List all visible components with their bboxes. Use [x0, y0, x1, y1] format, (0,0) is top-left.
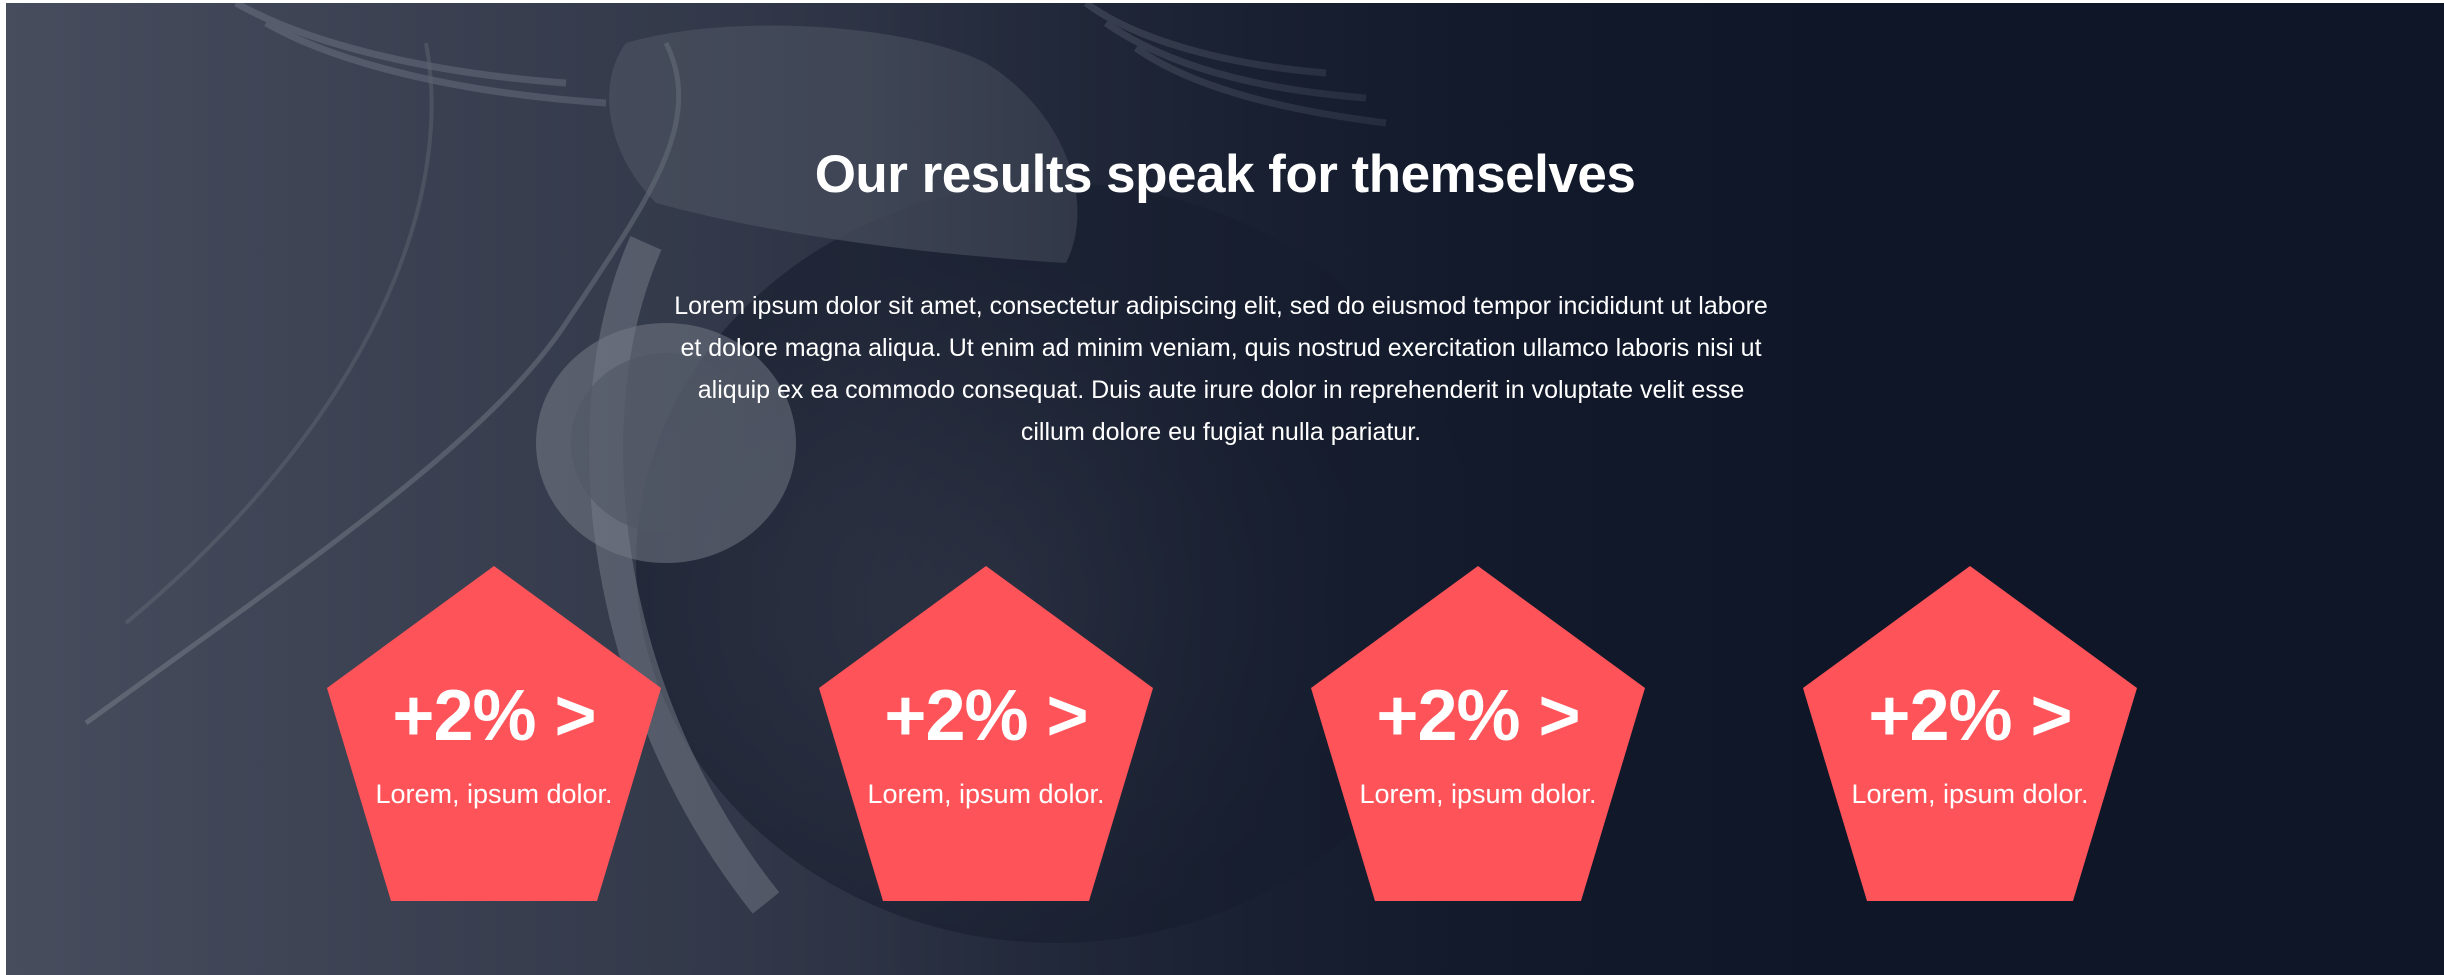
results-section: Our results speak for themselves Lorem i… [6, 3, 2444, 975]
stat-value: +2% > [392, 676, 596, 756]
stat-card: +2% > Lorem, ipsum dolor. [1803, 566, 2137, 901]
stat-card: +2% > Lorem, ipsum dolor. [327, 566, 661, 901]
stat-value: +2% > [1868, 676, 2072, 756]
section-heading: Our results speak for themselves [814, 145, 1636, 204]
section-intro-text: Lorem ipsum dolor sit amet, consectetur … [674, 292, 1768, 446]
stat-label: Lorem, ipsum dolor. [867, 779, 1105, 809]
stat-label: Lorem, ipsum dolor. [1851, 779, 2089, 809]
stat-card: +2% > Lorem, ipsum dolor. [819, 566, 1153, 901]
stat-card: +2% > Lorem, ipsum dolor. [1311, 566, 1645, 901]
stat-value: +2% > [884, 676, 1088, 756]
stat-label: Lorem, ipsum dolor. [375, 779, 613, 809]
stat-label: Lorem, ipsum dolor. [1359, 779, 1597, 809]
stat-value: +2% > [1376, 676, 1580, 756]
